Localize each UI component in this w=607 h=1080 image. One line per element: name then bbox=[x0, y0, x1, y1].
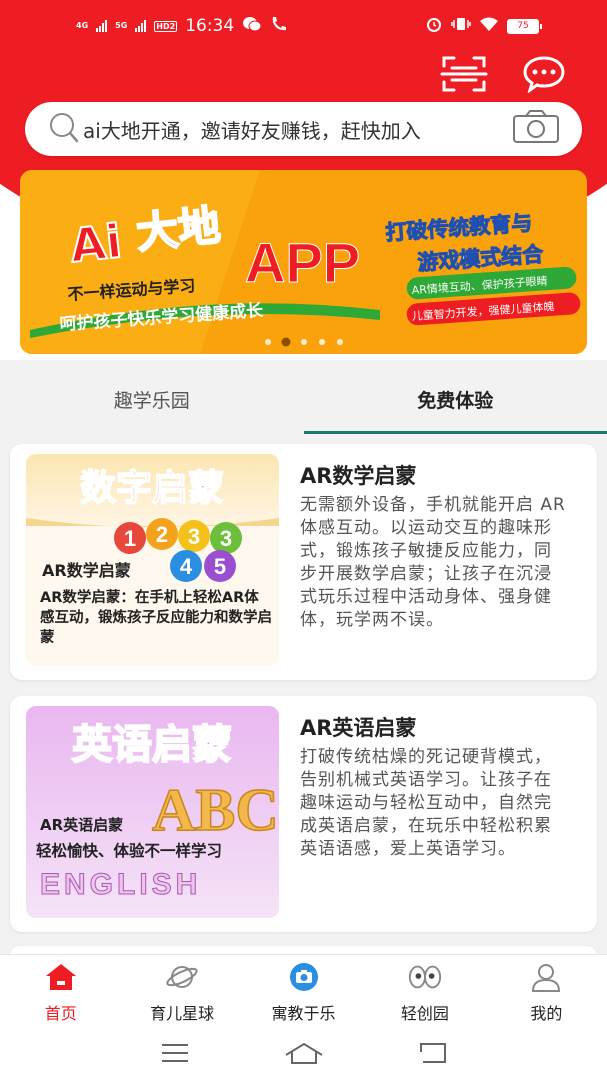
hd-badge: HD2 bbox=[154, 20, 178, 32]
home-button-icon[interactable] bbox=[284, 1038, 324, 1068]
english-img-header: 英语启蒙 bbox=[72, 721, 232, 768]
balloon-number: 3 bbox=[220, 526, 232, 551]
nav-parenting-planet[interactable]: 育儿星球 bbox=[121, 955, 242, 1026]
english-img-word: ENGLISH bbox=[40, 868, 201, 901]
banner-dot[interactable] bbox=[319, 339, 325, 345]
english-course-image: 英语启蒙 ABC AR英语启蒙 轻松愉快、体验不一样学习 ENGLISH bbox=[26, 706, 279, 918]
camera-search-icon[interactable] bbox=[512, 110, 560, 148]
banner-dot[interactable] bbox=[337, 339, 343, 345]
nav-home[interactable]: 首页 bbox=[0, 955, 121, 1026]
message-icon[interactable] bbox=[519, 52, 569, 96]
math-img-title: AR数学启蒙 bbox=[42, 561, 131, 580]
wechat-icon bbox=[242, 16, 262, 37]
alarm-icon bbox=[425, 15, 443, 38]
phone-icon bbox=[270, 15, 288, 38]
search-bar[interactable]: ai大地开通，邀请好友赚钱，赶快加入 bbox=[25, 102, 582, 156]
card-description: 无需额外设备，手机就能开启 AR 体感互动。以运动交互的趣味形式，锻炼孩子敏捷反… bbox=[300, 495, 566, 630]
tab-fun-learning[interactable]: 趣学乐园 bbox=[0, 364, 304, 434]
search-input[interactable]: ai大地开通，邀请好友赚钱，赶快加入 bbox=[83, 115, 512, 144]
planet-icon bbox=[164, 960, 200, 994]
search-icon bbox=[49, 111, 79, 147]
status-right: 75 bbox=[425, 15, 542, 38]
back-icon[interactable] bbox=[413, 1038, 453, 1068]
math-img-caption: AR数学启蒙：在手机上轻松AR体感互动，锻炼孩子反应能力和数学启蒙 bbox=[40, 590, 272, 646]
signal-icon bbox=[96, 20, 108, 32]
english-img-abc: ABC bbox=[152, 777, 279, 843]
system-navigation-bar bbox=[0, 1026, 607, 1080]
home-icon bbox=[43, 960, 79, 994]
tab-free-trial[interactable]: 免费体验 bbox=[303, 364, 607, 434]
status-time: 16:34 bbox=[185, 16, 235, 36]
nav-edutainment[interactable]: 寓教于乐 bbox=[243, 955, 364, 1026]
banner-dot[interactable] bbox=[265, 339, 271, 345]
user-icon bbox=[528, 960, 564, 994]
wifi-icon bbox=[479, 16, 499, 37]
nav-mine[interactable]: 我的 bbox=[486, 955, 607, 1026]
content-tabs: 趣学乐园 免费体验 bbox=[0, 364, 607, 434]
promo-banner[interactable]: Ai 大地 APP 不一样运动与学习 呵护孩子快乐学习健康成长 打破传统教育与 … bbox=[20, 170, 587, 354]
nav-label: 我的 bbox=[530, 1004, 563, 1023]
balloon-number: 4 bbox=[180, 554, 193, 579]
banner-dot[interactable] bbox=[301, 339, 307, 345]
eyes-icon bbox=[407, 960, 443, 994]
network-2-label: 5G bbox=[115, 21, 128, 30]
bottom-navigation: 首页 育儿星球 寓教于乐 轻创园 我的 bbox=[0, 954, 607, 1026]
nav-label: 育儿星球 bbox=[150, 1004, 215, 1023]
math-course-image: 数字启蒙 1 2 3 3 4 5 AR数学启蒙 AR数学启蒙：在手机上轻松AR体… bbox=[26, 454, 279, 666]
balloon-number: 1 bbox=[124, 526, 136, 551]
menu-icon[interactable] bbox=[155, 1038, 195, 1068]
nav-label: 首页 bbox=[44, 1004, 77, 1023]
nav-label: 寓教于乐 bbox=[271, 1004, 336, 1023]
balloon-number: 3 bbox=[188, 524, 200, 549]
banner-dot-active[interactable] bbox=[281, 337, 291, 347]
course-card-math[interactable]: 数字启蒙 1 2 3 3 4 5 AR数学启蒙 AR数学启蒙：在手机上轻松AR体… bbox=[10, 444, 597, 680]
english-img-caption: 轻松愉快、体验不一样学习 bbox=[36, 841, 222, 860]
balloon-number: 5 bbox=[214, 554, 226, 579]
status-bar: 4G 5G HD2 16:34 75 bbox=[0, 0, 607, 52]
nav-startup-park[interactable]: 轻创园 bbox=[364, 955, 485, 1026]
network-1-label: 4G bbox=[76, 21, 89, 30]
card-title: AR英语启蒙 bbox=[300, 716, 417, 740]
card-description: 打破传统枯燥的死记硬背模式，告别机械式英语学习。让孩子在趣味运动与轻松互动中，自… bbox=[300, 747, 552, 859]
signal-icon-2 bbox=[135, 20, 147, 32]
course-card-english[interactable]: 英语启蒙 ABC AR英语启蒙 轻松愉快、体验不一样学习 ENGLISH AR英… bbox=[10, 696, 597, 932]
vibrate-icon bbox=[451, 16, 471, 37]
balloon-number: 2 bbox=[156, 522, 168, 547]
camera-icon bbox=[286, 960, 322, 994]
banner-title-cn: 大地 bbox=[134, 200, 223, 258]
scan-icon[interactable] bbox=[439, 52, 489, 96]
english-img-title: AR英语启蒙 bbox=[40, 816, 123, 834]
battery-icon: 75 bbox=[507, 18, 542, 34]
battery-level: 75 bbox=[517, 21, 529, 31]
top-action-icons bbox=[439, 52, 569, 96]
banner-title-ai: Ai bbox=[68, 214, 125, 273]
banner-app: APP bbox=[245, 231, 360, 294]
nav-label: 轻创园 bbox=[400, 1004, 449, 1023]
status-left: 4G 5G HD2 16:34 bbox=[76, 15, 288, 38]
math-img-header: 数字启蒙 bbox=[80, 467, 224, 509]
card-title: AR数学启蒙 bbox=[300, 464, 417, 488]
